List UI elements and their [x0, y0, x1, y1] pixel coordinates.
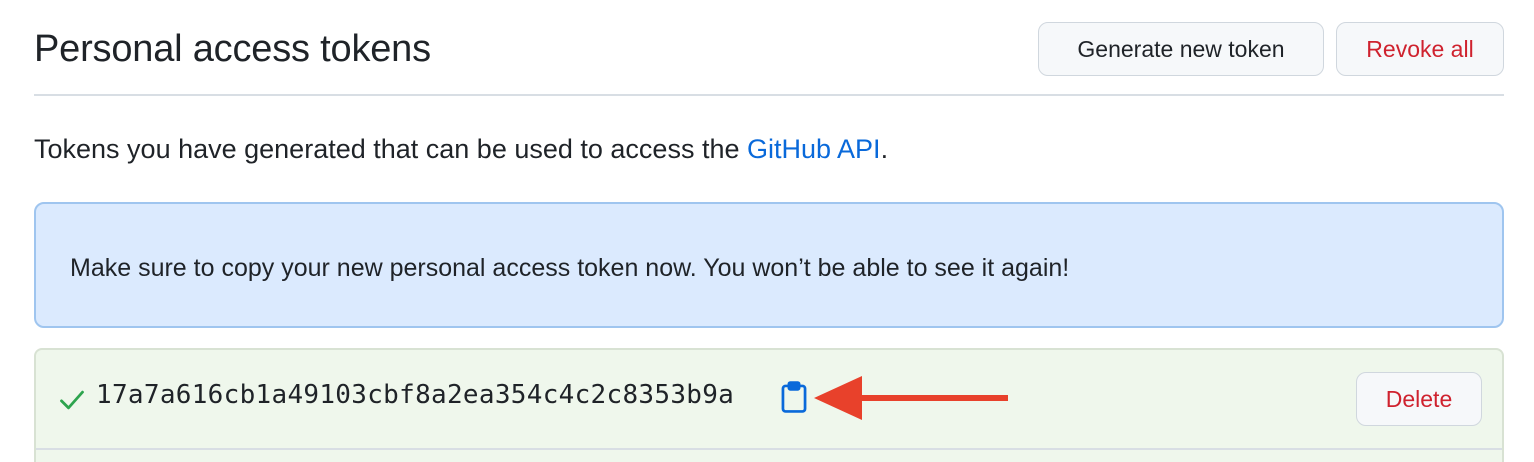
divider	[36, 448, 1502, 450]
token-value: 17a7a616cb1a49103cbf8a2ea354c4c2c8353b9a	[96, 380, 735, 410]
flash-notice: Make sure to copy your new personal acce…	[34, 202, 1504, 328]
page-description: Tokens you have generated that can be us…	[34, 134, 888, 165]
new-token-row: 17a7a616cb1a49103cbf8a2ea354c4c2c8353b9a…	[34, 348, 1504, 462]
check-icon	[60, 390, 84, 410]
revoke-all-button[interactable]: Revoke all	[1336, 22, 1504, 76]
page-title: Personal access tokens	[34, 28, 431, 70]
page-header: Personal access tokens Generate new toke…	[34, 18, 1504, 96]
annotation-arrow	[814, 376, 1008, 420]
clipboard-icon[interactable]	[780, 380, 808, 414]
generate-new-token-button[interactable]: Generate new token	[1038, 22, 1324, 76]
description-text: Tokens you have generated that can be us…	[34, 134, 747, 164]
page: Personal access tokens Generate new toke…	[0, 0, 1534, 462]
flash-message: Make sure to copy your new personal acce…	[70, 254, 1070, 282]
delete-token-button[interactable]: Delete	[1356, 372, 1482, 426]
github-api-link[interactable]: GitHub API	[747, 134, 881, 164]
description-period: .	[880, 134, 889, 164]
